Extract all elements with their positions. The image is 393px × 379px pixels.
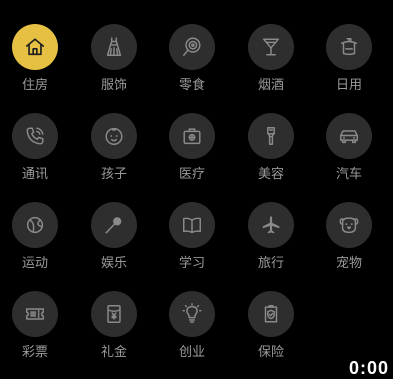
category-item-travel[interactable]: 旅行 <box>236 178 306 271</box>
lottery-ticket-icon <box>26 308 44 320</box>
category-item-study[interactable]: 学习 <box>157 178 227 271</box>
airplane-icon <box>262 216 280 234</box>
category-item-lottery[interactable]: 彩票 <box>0 267 70 360</box>
category-item-communication[interactable]: 通讯 <box>0 89 70 182</box>
medical-kit-icon <box>183 128 201 145</box>
phone-icon <box>26 127 44 145</box>
category-item-entertainment[interactable]: 娱乐 <box>79 178 149 271</box>
red-envelope-icon <box>107 305 121 323</box>
category-item-tobacco-alcohol[interactable]: 烟酒 <box>236 0 306 93</box>
category-item-sports[interactable]: 运动 <box>0 178 70 271</box>
category-circle <box>169 291 215 337</box>
category-grid: 住房 服饰 零食 烟酒 日用 通讯 孩子 医疗 美容 汽车 运动 娱乐 学习 旅… <box>0 0 393 371</box>
clock-text: 0:00 <box>348 358 389 378</box>
category-label: 创业 <box>178 345 205 360</box>
insurance-shield-icon <box>264 305 278 323</box>
category-item-car[interactable]: 汽车 <box>314 89 384 182</box>
category-item-startup[interactable]: 创业 <box>157 267 227 360</box>
lollipop-icon <box>183 37 201 56</box>
lightbulb-icon <box>182 303 202 323</box>
category-item-gift-money[interactable]: 礼金 <box>79 267 149 360</box>
category-circle <box>91 291 137 337</box>
category-circle <box>91 113 137 159</box>
category-circle <box>12 24 58 70</box>
category-item-snacks[interactable]: 零食 <box>157 0 227 93</box>
category-circle <box>12 202 58 248</box>
category-circle <box>248 202 294 248</box>
category-item-pets[interactable]: 宠物 <box>314 178 384 271</box>
category-label: 保险 <box>257 345 284 360</box>
dress-icon <box>106 37 122 56</box>
category-item-clothing[interactable]: 服饰 <box>79 0 149 93</box>
category-item-beauty[interactable]: 美容 <box>236 89 306 182</box>
cosmetics-icon <box>267 127 275 145</box>
microphone-icon <box>105 217 122 234</box>
dog-face-icon <box>339 217 359 234</box>
category-circle <box>326 113 372 159</box>
book-icon <box>183 217 201 234</box>
category-circle <box>91 24 137 70</box>
category-circle <box>91 202 137 248</box>
baby-face-icon <box>105 127 123 145</box>
category-label: 彩票 <box>21 345 48 360</box>
category-item-housing[interactable]: 住房 <box>0 0 70 93</box>
category-label: 礼金 <box>100 345 127 360</box>
cocktail-icon <box>262 38 280 56</box>
category-circle <box>169 24 215 70</box>
category-circle <box>169 113 215 159</box>
category-item-medical[interactable]: 医疗 <box>157 89 227 182</box>
category-circle <box>326 24 372 70</box>
house-icon <box>25 38 45 56</box>
category-circle <box>248 291 294 337</box>
category-circle <box>248 24 294 70</box>
category-item-insurance[interactable]: 保险 <box>236 267 306 360</box>
household-item-icon <box>340 38 358 56</box>
category-circle <box>169 202 215 248</box>
category-item-children[interactable]: 孩子 <box>79 89 149 182</box>
ball-icon <box>26 216 44 234</box>
category-circle <box>326 202 372 248</box>
category-circle <box>12 113 58 159</box>
category-circle <box>248 113 294 159</box>
category-circle <box>12 291 58 337</box>
category-label: 宠物 <box>335 256 362 271</box>
category-item-daily-use[interactable]: 日用 <box>314 0 384 93</box>
car-icon <box>340 130 358 144</box>
